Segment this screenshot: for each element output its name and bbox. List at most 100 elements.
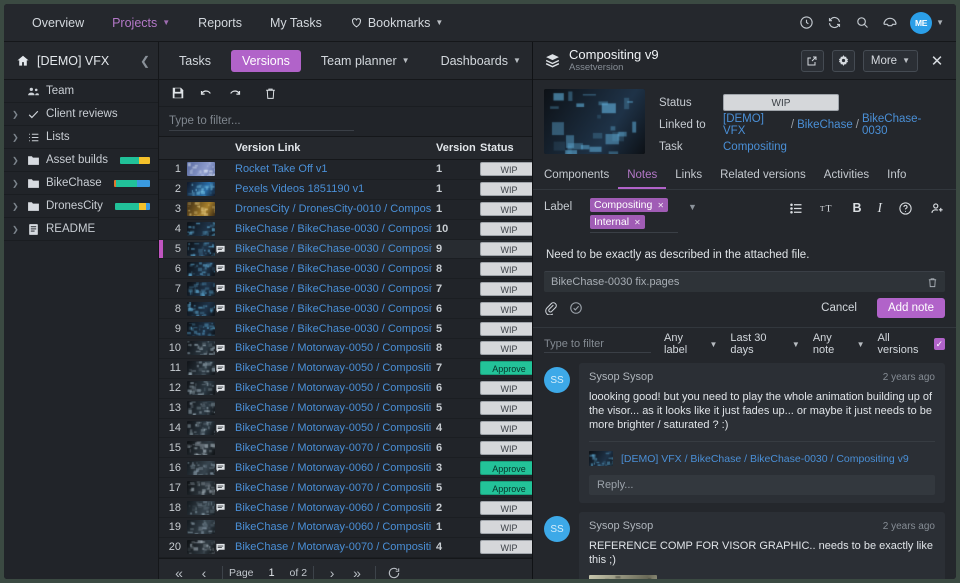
row-thumbnail-cell[interactable] xyxy=(185,418,215,438)
nav-item-projects[interactable]: Projects ▼ xyxy=(98,4,184,42)
version-link[interactable]: BikeChase / Motorway-0070 / Compositing … xyxy=(235,482,432,494)
open-external-icon[interactable] xyxy=(801,50,824,72)
table-row[interactable]: 3DronesCity / DronesCity-0010 / Composit… xyxy=(159,199,532,219)
status-badge[interactable]: WIP xyxy=(480,520,532,534)
first-page-icon[interactable]: « xyxy=(167,562,191,579)
note-icon[interactable] xyxy=(215,244,231,255)
row-thumbnail-cell[interactable] xyxy=(185,219,215,239)
version-link[interactable]: BikeChase / BikeChase-0030 / Compositing… xyxy=(235,263,432,275)
nav-item-reports[interactable]: Reports xyxy=(184,4,256,42)
note-icon[interactable] xyxy=(215,363,231,374)
status-badge[interactable]: WIP xyxy=(480,242,532,256)
version-link[interactable]: BikeChase / Motorway-0060 / Compositing … xyxy=(235,462,432,474)
tab-versions[interactable]: Versions xyxy=(231,50,301,72)
date-filter-select[interactable]: Last 30 days ▼ xyxy=(730,332,799,356)
list-icon[interactable] xyxy=(789,201,804,216)
tab-dashboards[interactable]: Dashboards ▼ xyxy=(430,50,532,72)
refresh-icon[interactable] xyxy=(382,562,406,579)
cancel-button[interactable]: Cancel xyxy=(812,299,866,317)
table-row[interactable]: 4BikeChase / BikeChase-0030 / Compositin… xyxy=(159,219,532,239)
trash-icon[interactable] xyxy=(927,277,938,288)
version-link[interactable]: BikeChase / Motorway-0050 / Compositing … xyxy=(235,422,432,434)
note-icon[interactable] xyxy=(215,462,231,473)
add-note-button[interactable]: Add note xyxy=(877,298,945,318)
task-link[interactable]: Compositing xyxy=(723,141,787,153)
row-thumbnail[interactable] xyxy=(187,421,215,435)
note-filter-input[interactable] xyxy=(544,336,651,353)
status-badge[interactable]: WIP xyxy=(480,322,532,336)
status-badge[interactable]: WIP xyxy=(480,381,532,395)
status-badge[interactable]: WIP xyxy=(480,182,532,196)
version-link[interactable]: BikeChase / BikeChase-0030 / Compositing… xyxy=(235,283,432,295)
detail-tab-activities[interactable]: Activities xyxy=(815,165,878,189)
row-thumbnail[interactable] xyxy=(187,202,215,216)
row-thumbnail[interactable] xyxy=(187,481,215,495)
approve-check-icon[interactable] xyxy=(569,301,583,315)
note-icon[interactable] xyxy=(215,502,231,513)
status-badge[interactable]: WIP xyxy=(480,222,532,236)
th-version[interactable]: Version xyxy=(432,137,478,160)
table-row[interactable]: 19BikeChase / Motorway-0060 / Compositin… xyxy=(159,518,532,538)
prev-page-icon[interactable]: ‹ xyxy=(192,562,216,579)
row-thumbnail[interactable] xyxy=(187,262,215,276)
sidebar-item-asset-builds[interactable]: ❯Asset builds xyxy=(4,149,158,172)
th-version-link[interactable]: Version Link xyxy=(231,137,432,160)
sidebar-item-lists[interactable]: ❯Lists xyxy=(4,126,158,149)
help-icon[interactable] xyxy=(898,201,913,216)
note-image-attachment[interactable] xyxy=(589,575,657,579)
row-thumbnail-cell[interactable] xyxy=(185,319,215,339)
note-link[interactable]: [DEMO] VFX / BikeChase / BikeChase-0030 … xyxy=(621,453,909,465)
nav-item-bookmarks[interactable]: Bookmarks ▼ xyxy=(336,4,457,42)
undo-icon[interactable] xyxy=(193,82,219,104)
note-icon[interactable] xyxy=(215,383,231,394)
label-chip-internal[interactable]: Internal ✕ xyxy=(590,215,645,229)
status-badge[interactable]: Approve xyxy=(480,461,532,475)
clock-icon[interactable] xyxy=(792,9,820,37)
detail-tab-related-versions[interactable]: Related versions xyxy=(711,165,815,189)
project-selector[interactable]: [DEMO] VFX ❮ xyxy=(4,42,159,80)
mention-icon[interactable] xyxy=(929,201,945,216)
row-thumbnail[interactable] xyxy=(187,520,215,534)
version-link[interactable]: Pexels Videos 1851190 v1 xyxy=(235,183,364,195)
version-link[interactable]: BikeChase / Motorway-0050 / Compositing … xyxy=(235,402,432,414)
tab-team-planner[interactable]: Team planner ▼ xyxy=(310,50,421,72)
row-thumbnail-cell[interactable] xyxy=(185,179,215,199)
inbox-icon[interactable] xyxy=(876,9,904,37)
table-row[interactable]: 2Pexels Videos 1851190 v11WIP xyxy=(159,179,532,199)
close-icon[interactable]: ✕ xyxy=(634,218,641,227)
table-row[interactable]: 13BikeChase / Motorway-0050 / Compositin… xyxy=(159,398,532,418)
search-icon[interactable] xyxy=(848,9,876,37)
status-badge[interactable]: WIP xyxy=(480,540,532,554)
row-thumbnail-cell[interactable] xyxy=(185,259,215,279)
version-link[interactable]: BikeChase / Motorway-0070 / Compositing … xyxy=(235,541,432,553)
note-reply-input[interactable]: Reply... xyxy=(589,475,935,495)
note-text[interactable]: Need to be exactly as described in the a… xyxy=(544,233,945,271)
note-icon[interactable] xyxy=(215,343,231,354)
label-dropdown-chevron-down-icon[interactable]: ▼ xyxy=(688,198,697,212)
note-icon[interactable] xyxy=(215,283,231,294)
avatar-chevron-down-icon[interactable]: ▼ xyxy=(936,18,944,27)
version-link[interactable]: BikeChase / BikeChase-0030 / Compositing… xyxy=(235,323,432,335)
status-badge[interactable]: WIP xyxy=(480,262,532,276)
version-link[interactable]: BikeChase / Motorway-0050 / Compositing … xyxy=(235,382,432,394)
row-thumbnail[interactable] xyxy=(187,361,215,375)
expand-chevron-right-icon[interactable]: ❯ xyxy=(12,156,21,165)
bold-icon[interactable]: B xyxy=(852,201,861,215)
linked-crumb-project[interactable]: [DEMO] VFX xyxy=(723,113,788,137)
expand-chevron-right-icon[interactable]: ❯ xyxy=(12,202,21,211)
detail-tab-components[interactable]: Components xyxy=(544,165,618,189)
save-icon[interactable] xyxy=(165,82,191,104)
version-link[interactable]: Rocket Take Off v1 xyxy=(235,163,328,175)
row-thumbnail-cell[interactable] xyxy=(185,458,215,478)
row-thumbnail-cell[interactable] xyxy=(185,279,215,299)
row-thumbnail[interactable] xyxy=(187,162,215,176)
status-badge[interactable]: WIP xyxy=(480,202,532,216)
status-badge[interactable]: WIP xyxy=(480,501,532,515)
row-thumbnail-cell[interactable] xyxy=(185,478,215,498)
table-row[interactable]: 20BikeChase / Motorway-0070 / Compositin… xyxy=(159,537,532,557)
status-badge[interactable]: Approve xyxy=(480,481,532,495)
row-thumbnail-cell[interactable] xyxy=(185,358,215,378)
version-link[interactable]: BikeChase / Motorway-0060 / Compositing … xyxy=(235,521,432,533)
all-versions-toggle[interactable]: All versions ✓ xyxy=(878,332,945,356)
detail-tab-links[interactable]: Links xyxy=(666,165,711,189)
